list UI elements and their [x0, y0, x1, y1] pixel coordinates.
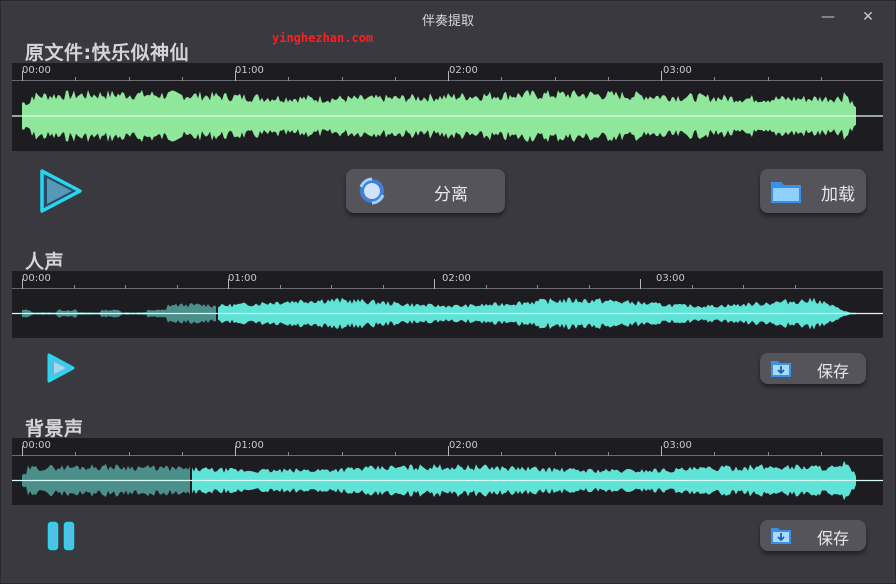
save-label: 保存	[817, 529, 850, 548]
save-vocals-button[interactable]: 保存	[760, 353, 866, 384]
separate-icon	[358, 177, 386, 205]
tick-label: 00:00	[22, 65, 51, 76]
major-tick	[661, 446, 662, 456]
load-label: 加载	[821, 185, 855, 205]
folder-icon	[770, 178, 802, 204]
window-title: 伴奏提取	[421, 14, 474, 29]
save-folder-icon	[770, 359, 792, 378]
major-tick	[448, 446, 449, 456]
major-tick	[22, 71, 23, 81]
tick-label: 03:00	[663, 65, 692, 76]
major-tick	[640, 279, 641, 289]
original-waveform	[12, 89, 883, 143]
tick-label: 01:00	[228, 273, 257, 284]
original-file-title: 原文件:快乐似神仙	[25, 42, 190, 64]
play-icon[interactable]	[46, 352, 76, 384]
major-tick	[235, 446, 236, 456]
tick-label: 03:00	[663, 440, 692, 451]
background-waveform-track[interactable]: 00:00 01:00 02:00 03:00	[12, 438, 883, 505]
major-tick	[448, 71, 449, 81]
tick-label: 01:00	[235, 65, 264, 76]
watermark: yinghezhan.com	[272, 31, 374, 45]
major-tick	[434, 279, 435, 289]
load-button[interactable]: 加载	[760, 169, 866, 213]
tick-label: 01:00	[235, 440, 264, 451]
separate-label: 分离	[434, 185, 468, 205]
background-title: 背景声	[25, 418, 84, 440]
major-tick	[235, 71, 236, 81]
background-waveform	[12, 460, 883, 501]
tick-label: 03:00	[656, 273, 685, 284]
tick-label: 02:00	[449, 440, 478, 451]
timeline-ruler: 00:00 01:00 02:00 03:00	[12, 438, 883, 456]
tick-label: 02:00	[442, 273, 471, 284]
timeline-ruler: 00:00 01:00 02:00 03:00	[12, 271, 883, 289]
play-icon[interactable]	[38, 168, 84, 214]
close-button[interactable]: ✕	[854, 6, 882, 28]
minimize-button[interactable]: —	[814, 6, 842, 28]
original-waveform-track[interactable]: 00:00 01:00 02:00 03:00	[12, 63, 883, 151]
major-tick	[661, 71, 662, 81]
save-background-button[interactable]: 保存	[760, 520, 866, 551]
major-tick	[228, 279, 229, 289]
save-folder-icon	[770, 526, 792, 545]
tick-label: 00:00	[22, 273, 51, 284]
pause-icon[interactable]	[46, 521, 76, 551]
timeline-ruler: 00:00 01:00 02:00 03:00	[12, 63, 883, 81]
title-bar: 伴奏提取 — ✕	[0, 0, 896, 36]
major-tick	[22, 446, 23, 456]
save-label: 保存	[817, 362, 850, 381]
tick-label: 02:00	[449, 65, 478, 76]
vocals-waveform	[12, 297, 883, 330]
vocals-waveform-track[interactable]: 00:00 01:00 02:00 03:00	[12, 271, 883, 338]
tick-label: 00:00	[22, 440, 51, 451]
vocals-title: 人声	[25, 251, 65, 273]
major-tick	[22, 279, 23, 289]
separate-button[interactable]: 分离	[346, 169, 505, 213]
